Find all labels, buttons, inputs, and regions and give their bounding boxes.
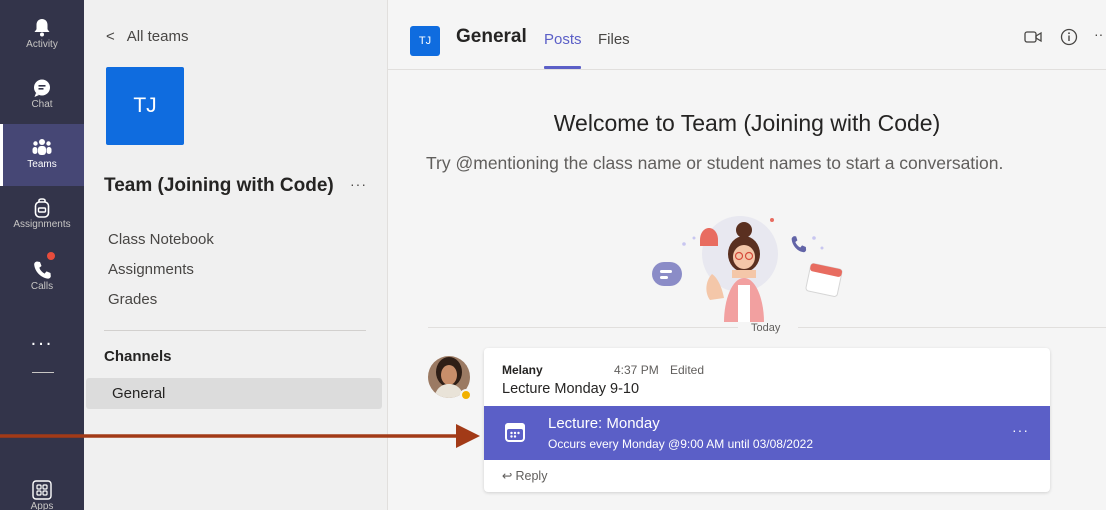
more-options-button[interactable]: ·· bbox=[1094, 26, 1103, 42]
active-tab-indicator bbox=[544, 66, 581, 69]
channel-title: General bbox=[456, 26, 527, 47]
date-divider-line-right bbox=[798, 327, 1106, 328]
post-message: Lecture Monday 9-10 bbox=[502, 381, 640, 397]
team-name: Team (Joining with Code) bbox=[104, 175, 334, 196]
channel-avatar: TJ bbox=[410, 26, 440, 56]
rail-item-apps[interactable]: Apps bbox=[0, 480, 84, 510]
reply-label: Reply bbox=[515, 469, 548, 483]
channels-heading: Channels bbox=[104, 348, 172, 365]
class-notebook-link[interactable]: Class Notebook bbox=[108, 231, 214, 248]
meeting-title: Lecture: Monday bbox=[548, 415, 660, 432]
chat-icon bbox=[34, 79, 50, 97]
tab-files[interactable]: Files bbox=[598, 31, 630, 48]
rail-item-calls[interactable]: Calls bbox=[0, 260, 84, 292]
rail-item-activity[interactable]: Activity bbox=[0, 18, 84, 50]
rail-label: Assignments bbox=[13, 219, 71, 230]
channel-main: TJ General Posts Files ·· Welcome to Tea… bbox=[388, 0, 1106, 510]
tab-posts[interactable]: Posts bbox=[544, 31, 582, 48]
meeting-card[interactable]: Lecture: Monday Occurs every Monday @9:0… bbox=[484, 406, 1050, 460]
rail-item-chat[interactable]: Chat bbox=[0, 78, 84, 110]
calls-notification-badge bbox=[47, 252, 55, 260]
meeting-recurrence: Occurs every Monday @9:00 AM until 03/08… bbox=[548, 437, 813, 451]
rail-label: Teams bbox=[27, 159, 57, 170]
post-edited-label: Edited bbox=[670, 363, 705, 377]
rail-item-teams[interactable]: Teams bbox=[0, 124, 84, 186]
date-divider-label: Today bbox=[751, 322, 781, 334]
team-panel: < All teams TJ Team (Joining with Code) ·… bbox=[84, 0, 388, 510]
rail-label: Calls bbox=[30, 281, 54, 292]
apps-icon bbox=[32, 480, 52, 500]
post-card: Melany 4:37 PM Edited Lecture Monday 9-1… bbox=[484, 348, 1050, 492]
backpack-icon bbox=[34, 198, 50, 218]
all-teams-label: All teams bbox=[126, 28, 189, 45]
panel-divider bbox=[104, 330, 366, 331]
phone-icon bbox=[34, 261, 51, 279]
rail-label: Activity bbox=[26, 39, 58, 50]
date-divider-line-left bbox=[428, 327, 738, 328]
rail-label: Apps bbox=[30, 501, 54, 510]
post-time: 4:37 PM bbox=[614, 363, 659, 377]
grades-link[interactable]: Grades bbox=[108, 291, 157, 308]
reply-button[interactable]: ↩ Reply bbox=[502, 468, 547, 483]
teams-icon bbox=[32, 139, 52, 155]
welcome-illustration bbox=[652, 216, 843, 322]
meeting-more-button[interactable]: ··· bbox=[1012, 422, 1029, 438]
bell-icon bbox=[34, 19, 50, 37]
welcome-subtitle: Try @mentioning the class name or studen… bbox=[426, 153, 1004, 173]
reply-arrow-icon: ↩ bbox=[502, 469, 513, 483]
rail-label: Chat bbox=[31, 99, 53, 110]
presence-status-icon bbox=[460, 389, 472, 401]
rail-divider bbox=[32, 372, 54, 373]
post-author[interactable]: Melany bbox=[502, 363, 543, 377]
team-more-options-button[interactable]: ··· bbox=[350, 176, 367, 192]
assignments-link[interactable]: Assignments bbox=[108, 261, 194, 278]
more-apps-button[interactable]: ... bbox=[0, 328, 84, 351]
info-icon[interactable] bbox=[1060, 28, 1078, 46]
team-avatar[interactable]: TJ bbox=[106, 67, 184, 145]
app-rail: Activity Chat Teams Assignments Calls ..… bbox=[0, 0, 84, 510]
channel-header: TJ General Posts Files ·· bbox=[388, 0, 1106, 70]
rail-item-assignments[interactable]: Assignments bbox=[0, 198, 84, 230]
channel-label: General bbox=[112, 385, 166, 402]
welcome-title: Welcome to Team (Joining with Code) bbox=[553, 110, 941, 136]
chevron-left-icon: < bbox=[106, 28, 115, 45]
video-call-icon[interactable] bbox=[1024, 30, 1042, 44]
all-teams-link[interactable]: < All teams bbox=[106, 28, 188, 45]
calendar-icon bbox=[505, 423, 525, 442]
